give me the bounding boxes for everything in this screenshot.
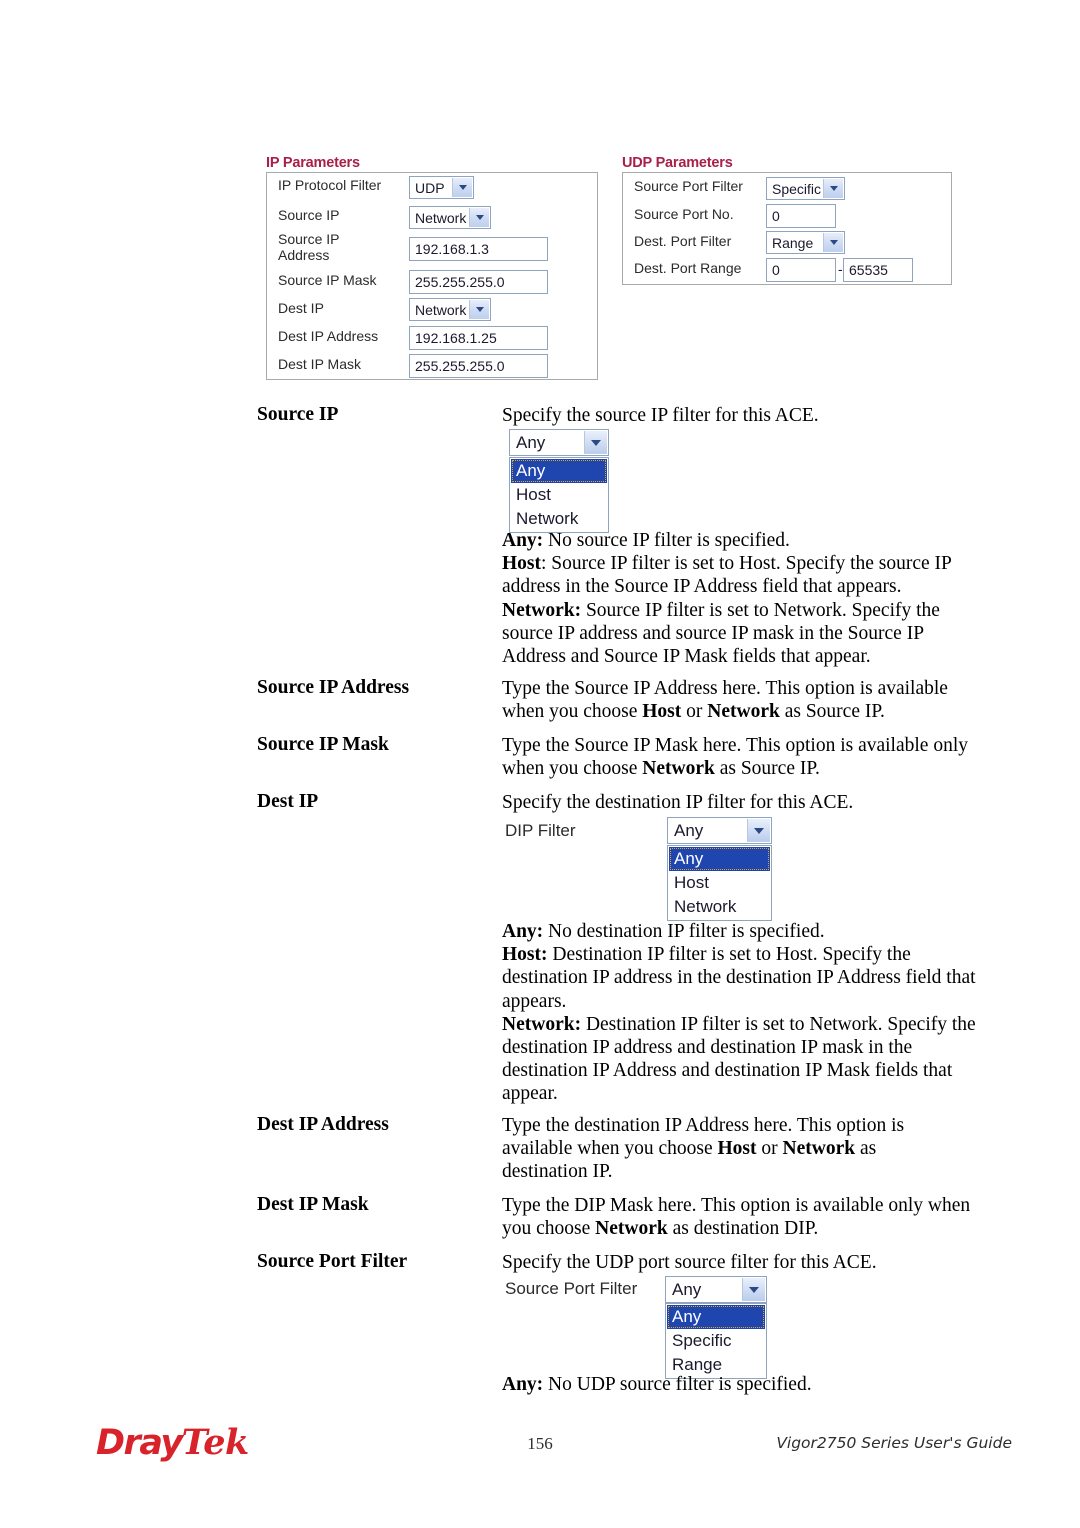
- select-dest-ip[interactable]: Network: [409, 298, 491, 321]
- label-source-ip: Source IP: [278, 207, 340, 223]
- desc-source-ip-address: Type the Source IP Address here. This op…: [502, 678, 948, 723]
- desc-source-port-filter-details: Any: No UDP source filter is specified.: [502, 1374, 812, 1395]
- chevron-down-icon[interactable]: [742, 1278, 765, 1301]
- desc-source-ip-intro: Specify the source IP filter for this AC…: [502, 405, 819, 426]
- term-source-ip-mask: Source IP Mask: [257, 734, 389, 755]
- row-dest-ip: Dest IP: [278, 300, 408, 317]
- option-any[interactable]: Any: [511, 459, 607, 483]
- source-ip-combo[interactable]: Any: [509, 429, 609, 456]
- term-source-ip-address: Source IP Address: [257, 677, 410, 698]
- select-ip-protocol-filter[interactable]: UDP: [409, 176, 474, 199]
- chevron-down-icon[interactable]: [469, 300, 489, 319]
- dip-filter-option-list[interactable]: Any Host Network: [667, 845, 772, 921]
- term-dest-ip-address: Dest IP Address: [257, 1114, 389, 1135]
- input-dest-port-range-start-value: 0: [772, 262, 780, 278]
- input-dest-ip-mask[interactable]: 255.255.255.0: [409, 354, 548, 378]
- chevron-down-icon[interactable]: [823, 179, 843, 198]
- input-source-ip-address-value: 192.168.1.3: [415, 241, 489, 257]
- desc-dest-ip-details: Any: No destination IP filter is specifi…: [502, 921, 976, 1105]
- row-dest-port-filter: Dest. Port Filter: [634, 233, 762, 250]
- desc-dest-ip-mask: Type the DIP Mask here. This option is a…: [502, 1195, 971, 1240]
- chevron-down-icon[interactable]: [469, 208, 489, 227]
- source-port-filter-label: Source Port Filter: [505, 1279, 638, 1298]
- label-dest-port-filter: Dest. Port Filter: [634, 233, 732, 249]
- select-source-ip-value: Network: [415, 209, 467, 226]
- dip-filter-combo[interactable]: Any: [667, 817, 772, 844]
- row-source-ip: Source IP: [278, 207, 408, 224]
- source-port-filter-option-list[interactable]: Any Specific Range: [665, 1303, 767, 1379]
- chevron-down-icon[interactable]: [584, 431, 607, 454]
- select-source-ip[interactable]: Network: [409, 206, 491, 229]
- label-dest-port-range: Dest. Port Range: [634, 260, 742, 276]
- label-dest-ip-mask: Dest IP Mask: [278, 356, 361, 372]
- option-network[interactable]: Network: [669, 895, 770, 919]
- input-source-port-no[interactable]: 0: [766, 204, 836, 228]
- input-dest-ip-mask-value: 255.255.255.0: [415, 358, 505, 374]
- select-ip-protocol-filter-value: UDP: [415, 179, 445, 196]
- label-ip-protocol-filter: IP Protocol Filter: [278, 177, 382, 193]
- input-dest-ip-address-value: 192.168.1.25: [415, 330, 497, 346]
- option-specific[interactable]: Specific: [667, 1329, 765, 1353]
- row-dest-ip-mask: Dest IP Mask: [278, 356, 408, 373]
- term-source-ip: Source IP: [257, 404, 339, 425]
- label-dest-ip-address: Dest IP Address: [278, 328, 379, 344]
- input-dest-ip-address[interactable]: 192.168.1.25: [409, 326, 548, 350]
- term-source-port-filter: Source Port Filter: [257, 1251, 408, 1272]
- row-source-port-filter: Source Port Filter: [634, 178, 762, 195]
- option-any[interactable]: Any: [667, 1305, 765, 1329]
- dip-filter-combo-value: Any: [674, 820, 704, 840]
- udp-parameters-title: UDP Parameters: [622, 155, 733, 171]
- input-source-ip-address[interactable]: 192.168.1.3: [409, 237, 548, 261]
- input-source-ip-mask-value: 255.255.255.0: [415, 274, 505, 290]
- select-dest-port-filter[interactable]: Range: [766, 231, 845, 254]
- option-host[interactable]: Host: [511, 483, 607, 507]
- label-source-ip-mask: Source IP Mask: [278, 272, 377, 288]
- select-dest-ip-value: Network: [415, 301, 467, 318]
- chevron-down-icon[interactable]: [823, 233, 843, 252]
- source-ip-option-list[interactable]: Any Host Network: [509, 457, 609, 533]
- input-dest-port-range-end[interactable]: 65535: [843, 258, 913, 282]
- label-source-ip-address: Source IP Address: [278, 231, 340, 263]
- select-dest-port-filter-value: Range: [772, 234, 814, 251]
- input-source-port-no-value: 0: [772, 208, 780, 224]
- select-source-port-filter-value: Specific: [772, 180, 822, 197]
- row-source-ip-mask: Source IP Mask: [278, 272, 408, 289]
- desc-source-ip-details: Any: No source IP filter is specified. H…: [502, 530, 952, 668]
- source-port-filter-combo[interactable]: Any: [665, 1276, 767, 1303]
- desc-source-port-filter-intro: Specify the UDP port source filter for t…: [502, 1252, 877, 1273]
- term-dest-ip: Dest IP: [257, 791, 319, 812]
- row-source-port-no: Source Port No.: [634, 206, 762, 223]
- option-host[interactable]: Host: [669, 871, 770, 895]
- label-source-port-filter: Source Port Filter: [634, 178, 743, 194]
- label-dest-ip: Dest IP: [278, 300, 324, 316]
- source-ip-combo-value: Any: [516, 432, 546, 452]
- source-port-filter-combo-value: Any: [672, 1279, 702, 1299]
- desc-dest-ip-intro: Specify the destination IP filter for th…: [502, 792, 854, 813]
- select-source-port-filter[interactable]: Specific: [766, 177, 845, 200]
- row-dest-port-range: Dest. Port Range: [634, 260, 762, 277]
- input-source-ip-mask[interactable]: 255.255.255.0: [409, 270, 548, 294]
- option-any[interactable]: Any: [669, 847, 770, 871]
- row-dest-ip-address: Dest IP Address: [278, 328, 408, 345]
- dip-filter-label: DIP Filter: [505, 821, 576, 840]
- desc-source-ip-mask: Type the Source IP Mask here. This optio…: [502, 735, 969, 780]
- chevron-down-icon[interactable]: [452, 178, 472, 197]
- input-dest-port-range-start[interactable]: 0: [766, 258, 836, 282]
- input-dest-port-range-end-value: 65535: [849, 262, 888, 278]
- range-separator: -: [838, 261, 843, 277]
- chevron-down-icon[interactable]: [747, 819, 770, 842]
- term-dest-ip-mask: Dest IP Mask: [257, 1194, 369, 1215]
- label-source-port-no: Source Port No.: [634, 206, 734, 222]
- row-ip-protocol-filter: IP Protocol Filter: [278, 177, 408, 194]
- parameter-screenshot-region: IP Parameters IP Protocol Filter UDP Sou…: [0, 0, 1080, 395]
- guide-title: Vigor2750 Series User's Guide: [776, 1434, 1012, 1452]
- desc-dest-ip-address: Type the destination IP Address here. Th…: [502, 1115, 905, 1183]
- ip-parameters-title: IP Parameters: [266, 155, 360, 171]
- option-network[interactable]: Network: [511, 507, 607, 531]
